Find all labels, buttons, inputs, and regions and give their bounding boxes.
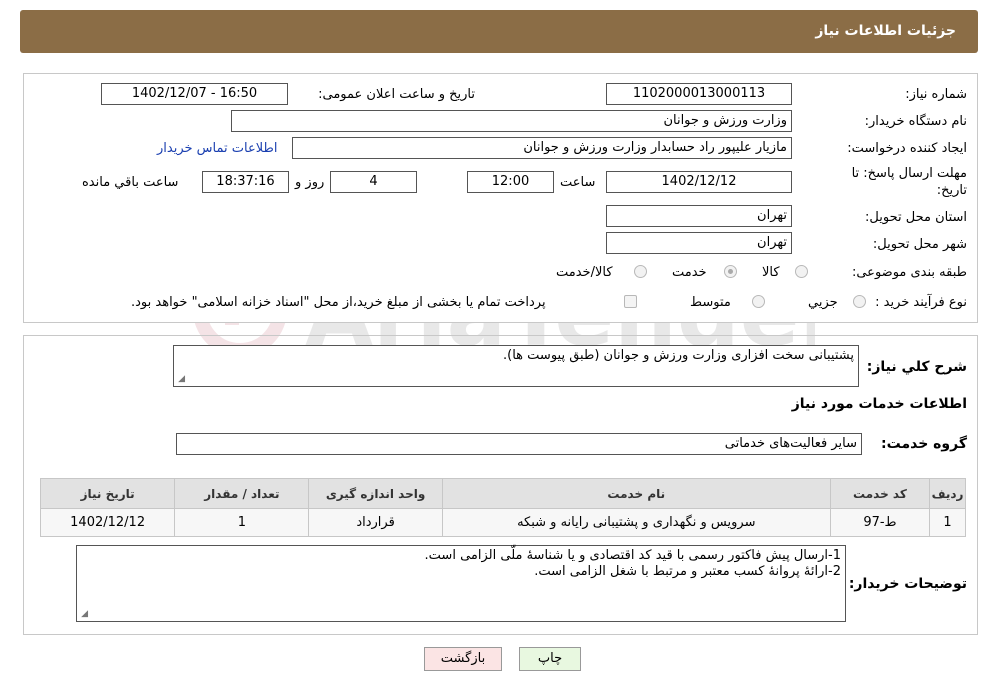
page-header: جزئیات اطلاعات نیاز xyxy=(20,10,978,53)
category-goods-radio[interactable] xyxy=(795,265,808,278)
cell-qty: 1 xyxy=(174,508,310,537)
service-group-label: گروه خدمت: xyxy=(881,436,967,452)
col-qty-header: تعداد / مقدار xyxy=(174,478,310,509)
col-name-header: نام خدمت xyxy=(441,478,831,509)
purchase-medium-radio[interactable] xyxy=(752,295,765,308)
col-date-header: تاریخ نیاز xyxy=(39,478,176,509)
buyer-notes-line2: 2-ارائۀ پروانۀ کسب معتبر و مرتبط با شغل … xyxy=(534,564,841,579)
table-header-row: ردیف کد خدمت نام خدمت واحد اندازه گیری ت… xyxy=(39,478,966,509)
treasury-payment-checkbox[interactable] xyxy=(624,295,637,308)
buyer-notes-line1: 1-ارسال پیش فاکتور رسمی با قید کد اقتصاد… xyxy=(424,548,841,563)
back-button[interactable]: بازگشت xyxy=(424,647,502,671)
table-row: 1 ط-97 سرویس و نگهداری و پشتیبانی رایانه… xyxy=(39,508,966,537)
cell-date: 1402/12/12 xyxy=(39,508,176,537)
days-label: روز و xyxy=(295,175,325,190)
city-label: شهر محل تحویل: xyxy=(872,237,967,252)
remaining-time-field: 18:37:16 xyxy=(202,171,289,193)
col-code-header: کد خدمت xyxy=(829,478,931,509)
description-text: پشتیبانی سخت افزاری وزارت ورزش و جوانان … xyxy=(503,348,854,363)
services-section-title: اطلاعات خدمات مورد نیاز xyxy=(791,396,967,412)
category-goods-service-radio[interactable] xyxy=(634,265,647,278)
cell-code: ط-97 xyxy=(829,508,931,537)
col-row-header: ردیف xyxy=(929,478,966,509)
deadline-label: مهلت ارسال پاسخ: تا xyxy=(851,166,967,181)
print-button[interactable]: چاپ xyxy=(519,647,581,671)
category-label: طبقه بندی موضوعی: xyxy=(851,265,967,280)
buyer-contact-link[interactable]: اطلاعات تماس خریدار xyxy=(157,141,277,156)
requester-label: ایجاد کننده درخواست: xyxy=(847,141,967,156)
description-label: شرح کلي نیاز: xyxy=(866,359,967,375)
cell-name: سرویس و نگهداری و پشتیبانی رایانه و شبکه xyxy=(441,508,831,537)
col-unit-header: واحد اندازه گیری xyxy=(308,478,443,509)
announce-datetime-label: تاریخ و ساعت اعلان عمومی: xyxy=(318,87,475,102)
services-table: ردیف کد خدمت نام خدمت واحد اندازه گیری ت… xyxy=(39,478,966,537)
purchase-medium-label: متوسط xyxy=(690,295,731,310)
requester-field: مازیار علیپور راد حسابدار وزارت ورزش و ج… xyxy=(292,137,792,159)
deadline-label-date: تاریخ: xyxy=(936,183,967,198)
category-goods-service-label: کالا/خدمت xyxy=(556,265,613,280)
category-service-label: خدمت xyxy=(672,265,707,280)
remaining-time-label: ساعت باقي مانده xyxy=(82,175,179,190)
page-title: جزئیات اطلاعات نیاز xyxy=(815,23,956,39)
need-number-label: شماره نیاز: xyxy=(905,87,967,102)
buyer-notes-textarea[interactable]: 1-ارسال پیش فاکتور رسمی با قید کد اقتصاد… xyxy=(76,545,846,622)
deadline-date-field: 1402/12/12 xyxy=(606,171,792,193)
treasury-payment-note: پرداخت تمام یا بخشی از مبلغ خرید،از محل … xyxy=(131,295,546,310)
purchase-type-label: نوع فرآیند خرید : xyxy=(875,295,967,310)
category-service-radio[interactable] xyxy=(724,265,737,278)
buyer-org-field: وزارت ورزش و جوانان xyxy=(231,110,792,132)
purchase-minor-label: جزیي xyxy=(808,295,838,310)
announce-datetime-field: 1402/12/07 - 16:50 xyxy=(101,83,288,105)
cell-unit: قرارداد xyxy=(308,508,443,537)
description-textarea[interactable]: پشتیبانی سخت افزاری وزارت ورزش و جوانان … xyxy=(173,345,859,387)
days-remaining-field: 4 xyxy=(330,171,417,193)
purchase-minor-radio[interactable] xyxy=(853,295,866,308)
deadline-time-field: 12:00 xyxy=(467,171,554,193)
cell-row: 1 xyxy=(929,508,966,537)
need-number-field: 1102000013000113 xyxy=(606,83,792,105)
buyer-notes-label: توضیحات خریدار: xyxy=(848,576,967,592)
category-goods-label: کالا xyxy=(762,265,780,280)
service-group-field: سایر فعالیت‌های خدماتی xyxy=(176,433,862,455)
resize-handle-icon[interactable]: ◢ xyxy=(176,375,185,384)
province-field: تهران xyxy=(606,205,792,227)
deadline-time-label: ساعت xyxy=(560,175,596,190)
city-field: تهران xyxy=(606,232,792,254)
resize-handle-icon[interactable]: ◢ xyxy=(79,610,88,619)
buyer-org-label: نام دستگاه خریدار: xyxy=(864,114,967,129)
province-label: استان محل تحویل: xyxy=(865,210,967,225)
